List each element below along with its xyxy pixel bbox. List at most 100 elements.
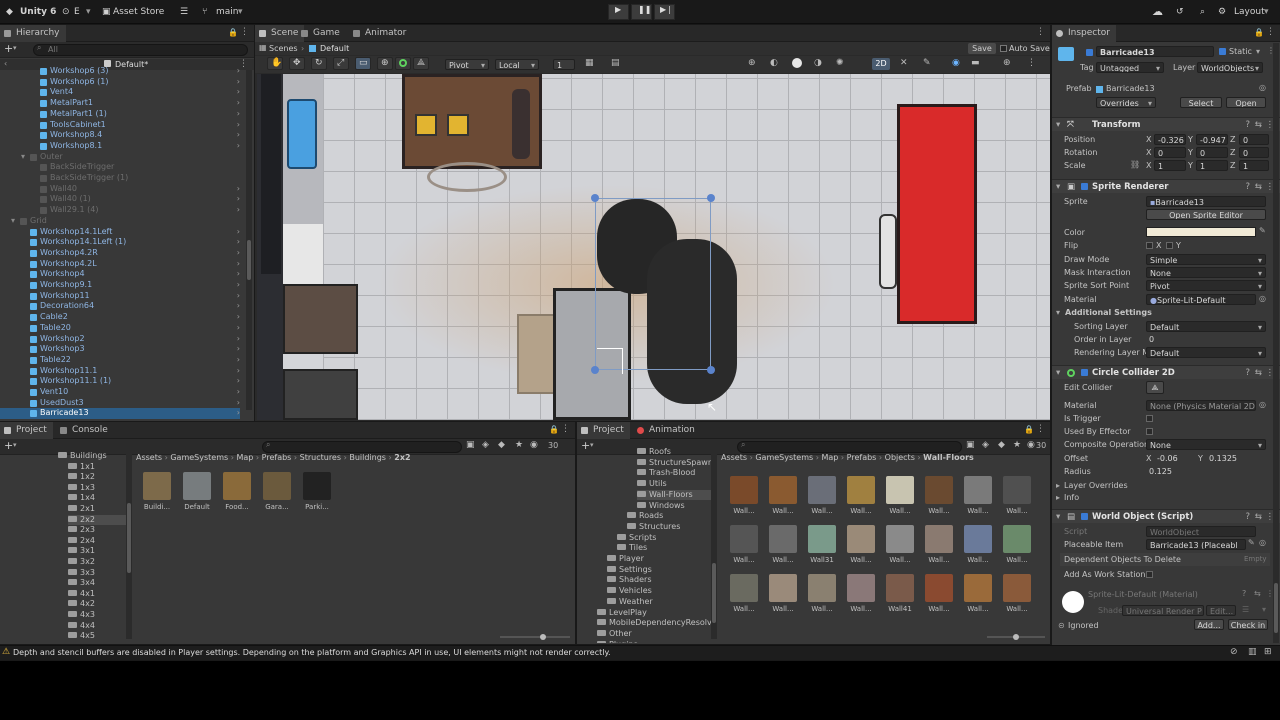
composite-operation-dropdown[interactable]: None <box>1146 439 1266 450</box>
add-button[interactable]: Add... <box>1194 619 1224 630</box>
pivot-handle[interactable] <box>597 348 623 374</box>
preset-icon[interactable]: ⇆ <box>1255 510 1262 524</box>
breadcrumb-item[interactable]: Assets <box>721 453 747 462</box>
chevron-right-icon[interactable]: › <box>237 77 240 88</box>
hierarchy-item[interactable]: Wall40 › <box>0 184 240 195</box>
hierarchy-item[interactable]: Workshop8.1 › <box>0 141 240 152</box>
work-station-checkbox[interactable] <box>1146 571 1153 578</box>
more-icon[interactable]: ⋮ <box>1266 27 1275 37</box>
folder-item[interactable]: Player <box>607 554 713 565</box>
scrollbar-thumb[interactable] <box>247 240 251 280</box>
scale-y-field[interactable]: 1 <box>1196 160 1228 171</box>
asset-item[interactable]: Wall... <box>961 525 995 573</box>
circle-collider-header[interactable]: ▾ Circle Collider 2D ? ⇆ ⋮ <box>1052 365 1280 379</box>
cloud-icon[interactable]: ☁ <box>1152 4 1163 20</box>
transform-tool-button[interactable]: ⊕ <box>377 57 393 70</box>
hierarchy-item[interactable]: MetalPart1 › <box>0 98 240 109</box>
folder-item[interactable]: 2x4 <box>68 536 130 547</box>
tab-project[interactable]: Project <box>577 422 630 439</box>
position-z-field[interactable]: 0 <box>1239 134 1269 145</box>
chevron-down-icon[interactable]: ▾ <box>1256 47 1260 56</box>
visibility-count-icon[interactable]: ◉ <box>530 440 538 450</box>
asset-item[interactable]: Wall... <box>727 525 761 573</box>
asset-item[interactable]: Food... <box>220 472 254 520</box>
rotation-y-field[interactable]: 0 <box>1196 147 1228 158</box>
chevron-right-icon[interactable]: › <box>237 87 240 98</box>
chevron-right-icon[interactable]: ▸ <box>1056 481 1060 490</box>
scene-viewport[interactable]: ↖ <box>257 74 1050 420</box>
chevron-right-icon[interactable]: › <box>237 184 240 195</box>
chevron-right-icon[interactable]: › <box>237 259 240 270</box>
folder-item[interactable]: Wall-Floors <box>637 489 713 501</box>
folder-item[interactable]: Roads <box>627 511 713 522</box>
draw-mode-dropdown[interactable]: Simple <box>1146 254 1266 265</box>
breadcrumb-item[interactable]: Map <box>821 453 838 462</box>
folder-item[interactable]: Settings <box>607 565 713 576</box>
position-x-field[interactable]: -0.326 <box>1154 134 1186 145</box>
folder-item[interactable]: 3x3 <box>68 568 130 579</box>
tag-icon[interactable]: ◆ <box>498 440 505 450</box>
lock-icon[interactable]: 🔒 <box>228 28 238 37</box>
folder-item[interactable]: StructureSpawne <box>637 458 713 469</box>
folder-item[interactable]: Tiles <box>617 543 713 554</box>
hierarchy-item[interactable]: Workshop14.1Left (1) › <box>0 237 240 248</box>
asset-item[interactable]: Buildi... <box>140 472 174 520</box>
open-button[interactable]: Open <box>1226 97 1266 108</box>
folder-item[interactable]: 4x2 <box>68 599 130 610</box>
asset-item[interactable]: Wall... <box>922 476 956 524</box>
folder-item[interactable]: 2x2 <box>68 514 130 526</box>
folder-item[interactable]: 3x4 <box>68 578 130 589</box>
link-icon[interactable]: ⛓ <box>1130 160 1140 169</box>
folder-item[interactable]: 4x3 <box>68 610 130 621</box>
overrides-dropdown[interactable]: Overrides <box>1096 97 1156 108</box>
visibility-icon[interactable]: ◉ <box>952 58 960 68</box>
position-y-field[interactable]: -0.947 <box>1196 134 1228 145</box>
enabled-checkbox[interactable] <box>1081 369 1088 376</box>
lighting-icon[interactable]: ◑ <box>814 58 822 68</box>
asset-item[interactable]: Wall... <box>805 574 839 622</box>
chevron-down-icon[interactable]: ▾ <box>11 216 15 227</box>
breadcrumb-item[interactable]: Objects <box>885 453 915 462</box>
chevron-right-icon[interactable]: › <box>237 98 240 109</box>
hierarchy-item[interactable]: Workshop4.2R › <box>0 248 240 259</box>
sprite-renderer-header[interactable]: ▾ ▣ Sprite Renderer ? ⇆ ⋮ <box>1052 179 1280 193</box>
layer-overrides-foldout[interactable]: Layer Overrides <box>1064 481 1128 490</box>
asset-item[interactable]: Wall... <box>1000 574 1034 622</box>
additional-settings-foldout[interactable]: Additional Settings <box>1065 308 1152 317</box>
tab-hierarchy[interactable]: Hierarchy <box>0 25 66 42</box>
lighting-status-icon[interactable]: ⊞ <box>1264 647 1272 657</box>
hierarchy-item[interactable]: Workshop11.1 (1) › <box>0 376 240 387</box>
help-icon[interactable]: ? <box>1245 118 1250 132</box>
asset-item[interactable]: Wall... <box>766 574 800 622</box>
folder-item[interactable]: Roofs <box>637 447 713 458</box>
audio-icon[interactable]: ✕ <box>900 58 908 68</box>
pivot-dropdown[interactable]: Pivot <box>445 59 489 70</box>
chevron-right-icon[interactable]: › <box>237 120 240 131</box>
prefab-asset-field[interactable]: Barricade13 <box>1106 84 1155 93</box>
asset-item[interactable]: Wall... <box>922 574 956 622</box>
chevron-right-icon[interactable]: › <box>237 398 240 409</box>
offset-x-field[interactable]: -0.06 <box>1154 453 1196 464</box>
branch-button[interactable]: main <box>216 4 239 20</box>
hierarchy-item[interactable]: Workshop9.1 › <box>0 280 240 291</box>
save-button[interactable]: Save <box>968 43 996 54</box>
flip-y-checkbox[interactable] <box>1166 242 1173 249</box>
tag-dropdown[interactable]: Untagged <box>1096 62 1164 73</box>
breadcrumb-item[interactable]: Map <box>236 453 253 462</box>
target-icon[interactable]: ◎ <box>1259 400 1266 409</box>
chevron-down-icon[interactable]: ▾ <box>1056 308 1060 317</box>
status-message[interactable]: Depth and stencil buffers are disabled i… <box>13 648 611 657</box>
order-in-layer-field[interactable]: 0 <box>1146 334 1266 345</box>
folder-item[interactable]: 4x4 <box>68 621 130 632</box>
move-tool-button[interactable]: ✥ <box>289 57 305 70</box>
folder-item[interactable]: Structures <box>627 522 713 533</box>
folder-item[interactable]: Shaders <box>607 575 713 586</box>
hierarchy-item[interactable]: Workshop11 › <box>0 291 240 302</box>
folder-item[interactable]: Scripts <box>617 533 713 544</box>
folder-item[interactable]: Buildings <box>58 451 130 462</box>
thumbnail-size-slider[interactable] <box>987 634 1045 640</box>
resize-handle[interactable] <box>591 194 599 202</box>
asset-item[interactable]: Wall... <box>727 574 761 622</box>
help-icon[interactable]: ? <box>1245 510 1250 524</box>
chevron-right-icon[interactable]: › <box>237 334 240 345</box>
